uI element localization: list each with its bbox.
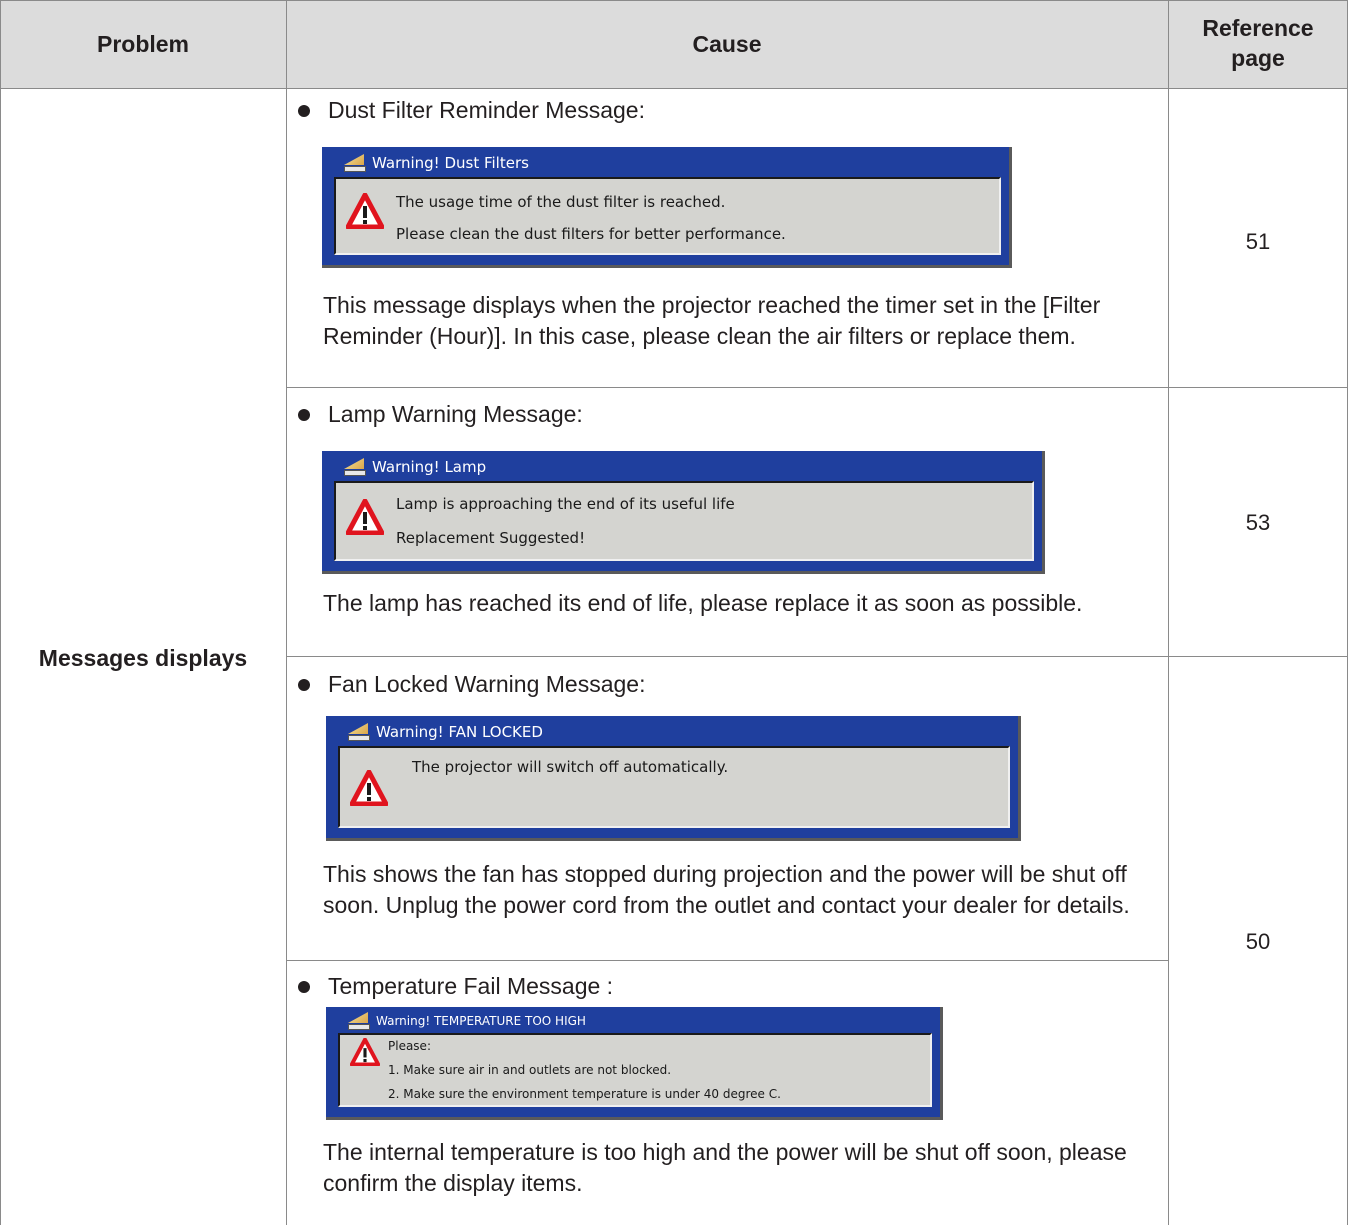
cause-description: The lamp has reached its end of life, pl… <box>323 590 1083 616</box>
dialog-line-2: 1. Make sure air in and outlets are not … <box>388 1063 672 1077</box>
row-divider-1 <box>286 387 1348 388</box>
bullet-label: Fan Locked Warning Message: <box>328 671 646 697</box>
column-divider-1 <box>286 0 287 1225</box>
header-problem: Problem <box>96 31 190 57</box>
problem-cell: Messages displays <box>38 645 248 671</box>
table-header-divider <box>0 88 1348 89</box>
dialog-line-1: The projector will switch off automatica… <box>412 758 729 776</box>
cause-bullet: Fan Locked Warning Message: <box>298 671 645 698</box>
cause-bullet: Temperature Fail Message : <box>298 973 613 1000</box>
warning-triangle-icon <box>346 193 384 229</box>
dialog-title: Warning! TEMPERATURE TOO HIGH <box>348 1009 586 1033</box>
dialog-body: The projector will switch off automatica… <box>338 746 1010 828</box>
dialog-title: Warning! Lamp <box>344 455 486 479</box>
reference-page-value: 51 <box>1245 229 1271 254</box>
cause-description: This shows the fan has stopped during pr… <box>323 861 1130 918</box>
dialog-body: Please: 1. Make sure air in and outlets … <box>338 1033 932 1107</box>
warning-dialog-fan-locked: Warning! FAN LOCKED The projector will s… <box>326 716 1021 841</box>
warning-dialog-dust-filters: Warning! Dust Filters The usage time of … <box>322 147 1012 268</box>
dialog-line-3: 2. Make sure the environment temperature… <box>388 1087 781 1101</box>
dialog-line-1: The usage time of the dust filter is rea… <box>396 193 726 211</box>
header-cause: Cause <box>692 31 762 57</box>
warning-triangle-icon <box>350 1038 380 1066</box>
header-reference-page: Reference page <box>1168 13 1348 73</box>
dialog-title: Warning! Dust Filters <box>344 151 529 175</box>
bullet-dot-icon <box>298 104 310 117</box>
reference-page-value: 53 <box>1245 510 1271 535</box>
dialog-line-1: Lamp is approaching the end of its usefu… <box>396 495 735 513</box>
dialog-title-text: Warning! Dust Filters <box>372 154 529 172</box>
bullet-label: Temperature Fail Message : <box>328 973 614 999</box>
bullet-dot-icon <box>298 408 310 421</box>
warning-dialog-lamp: Warning! Lamp Lamp is approaching the en… <box>322 451 1045 574</box>
reference-page-value: 50 <box>1245 929 1271 954</box>
dialog-line-2: Replacement Suggested! <box>396 529 586 547</box>
cause-description: This message displays when the projector… <box>323 292 1101 349</box>
row-divider-3 <box>286 960 1168 961</box>
bullet-dot-icon <box>298 980 310 993</box>
projector-icon <box>344 154 366 172</box>
dialog-body: Lamp is approaching the end of its usefu… <box>334 481 1034 561</box>
cause-description: The internal temperature is too high and… <box>323 1139 1127 1196</box>
projector-icon <box>348 1012 370 1030</box>
dialog-line-2: Please clean the dust filters for better… <box>396 225 786 243</box>
table-border-left <box>0 0 1 1225</box>
warning-dialog-temperature: Warning! TEMPERATURE TOO HIGH Please: 1.… <box>326 1007 943 1120</box>
column-divider-2 <box>1168 0 1169 1225</box>
dialog-title-text: Warning! Lamp <box>372 458 487 476</box>
header-reference-line2: page <box>1231 45 1285 71</box>
table-border-right <box>1347 0 1348 1225</box>
bullet-dot-icon <box>298 678 310 691</box>
troubleshooting-table: Problem Cause Reference page Messages di… <box>0 0 1349 1225</box>
bullet-label: Lamp Warning Message: <box>328 401 583 427</box>
row-divider-2 <box>286 656 1348 657</box>
projector-icon <box>348 723 370 741</box>
projector-icon <box>344 458 366 476</box>
dialog-title: Warning! FAN LOCKED <box>348 720 543 744</box>
dialog-title-text: Warning! TEMPERATURE TOO HIGH <box>376 1014 586 1028</box>
dialog-title-text: Warning! FAN LOCKED <box>376 723 543 741</box>
warning-triangle-icon <box>350 770 388 806</box>
dialog-body: The usage time of the dust filter is rea… <box>334 177 1001 255</box>
bullet-label: Dust Filter Reminder Message: <box>328 97 645 123</box>
table-border-top <box>0 0 1348 1</box>
header-reference-line1: Reference <box>1202 15 1314 41</box>
dialog-line-1: Please: <box>388 1039 431 1053</box>
cause-bullet: Dust Filter Reminder Message: <box>298 97 645 124</box>
cause-bullet: Lamp Warning Message: <box>298 401 583 428</box>
warning-triangle-icon <box>346 499 384 535</box>
